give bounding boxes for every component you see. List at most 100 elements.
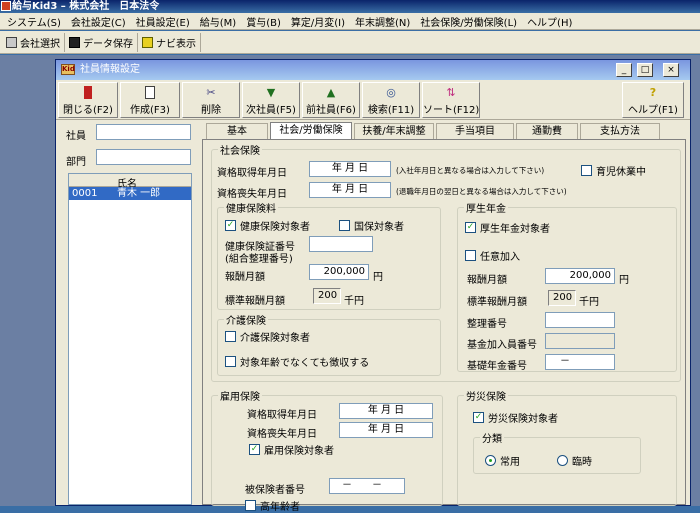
reference-number-label: 整理番号 [467, 319, 507, 330]
emp-loss-input[interactable]: 年 月 日 [339, 422, 433, 438]
employment-covered-checkbox[interactable]: ✓ 雇用保険対象者 [249, 442, 334, 457]
menu-calc[interactable]: 算定/月変(I) [286, 14, 350, 29]
health-card-input[interactable] [309, 236, 373, 252]
fund-number-input[interactable] [545, 333, 615, 349]
loss-date-input[interactable]: 年 月 日 [309, 182, 391, 198]
delete-icon: ✂ [206, 86, 216, 99]
health-std-unit: 千円 [344, 296, 364, 307]
exit-icon [84, 86, 92, 99]
insured-number-input[interactable]: － － [329, 478, 405, 494]
delete-button[interactable]: ✂ 削除 [182, 82, 240, 118]
close-window-button[interactable]: × [663, 63, 679, 77]
pension-pay-unit: 円 [619, 275, 629, 286]
temporary-radio[interactable]: 臨時 [557, 453, 592, 468]
care-collect-checkbox[interactable]: 対象年齢でなくても徴収する [225, 354, 369, 369]
childcare-checkbox[interactable]: 育児休業中 [581, 163, 646, 178]
save-data-button[interactable]: データ保存 [65, 32, 138, 52]
table-row[interactable]: 0001 青木 一郎 [69, 187, 191, 200]
loss-date-label: 資格喪失年月日 [217, 189, 287, 200]
checkbox-box [339, 220, 350, 231]
fund-number-label: 基金加入員番号 [467, 340, 537, 351]
minimize-button[interactable]: _ [616, 63, 632, 77]
menu-help[interactable]: ヘルプ(H) [522, 14, 577, 29]
floppy-icon [69, 36, 80, 48]
kid-logo-icon: Kid [61, 64, 75, 75]
care-covered-checkbox[interactable]: 介護保険対象者 [225, 329, 310, 344]
menu-insurance[interactable]: 社会保険/労働保険(L) [415, 14, 522, 29]
menu-salary[interactable]: 給与(M) [195, 14, 241, 29]
sort-icon: ⇅ [446, 86, 456, 99]
tab-dependents[interactable]: 扶養/年末調整 [354, 123, 434, 139]
next-employee-button[interactable]: ▼ 次社員(F5) [242, 82, 300, 118]
pension-std-unit: 千円 [579, 297, 599, 308]
select-company-button[interactable]: 会社選択 [2, 32, 65, 52]
checkbox-box: ✓ [473, 412, 484, 423]
pension-covered-checkbox[interactable]: ✓ 厚生年金対象者 [465, 220, 550, 235]
regular-radio[interactable]: 常用 [485, 453, 520, 468]
menu-bar: システム(S) 会社設定(C) 社員設定(E) 給与(M) 賞与(B) 算定/月… [0, 13, 700, 30]
radio-dot [485, 455, 496, 466]
show-navi-button[interactable]: ナビ表示 [138, 32, 201, 52]
basic-pension-input[interactable]: － [545, 354, 615, 370]
tab-allowances[interactable]: 手当項目 [436, 123, 514, 139]
health-pay-label: 報酬月額 [225, 272, 265, 283]
prev-employee-button[interactable]: ▲ 前社員(F6) [302, 82, 360, 118]
tab-panel: 社会保険 資格取得年月日 年 月 日 (入社年月日と異なる場合は入力して下さい)… [202, 139, 686, 513]
tab-basic[interactable]: 基本 [206, 123, 268, 139]
checkbox-box: ✓ [249, 444, 260, 455]
health-pay-unit: 円 [373, 272, 383, 283]
classification-legend: 分類 [482, 434, 502, 445]
basic-pension-label: 基礎年金番号 [467, 361, 527, 372]
app-title: 給与Kid3 – 株式会社 日本法令 [12, 1, 160, 12]
new-document-icon [145, 86, 155, 99]
pension-pay-input[interactable]: 200,000 [545, 268, 615, 284]
emp-loss-label: 資格喪失年月日 [247, 429, 317, 440]
main-toolbar: 会社選択 データ保存 ナビ表示 [0, 31, 700, 54]
close-button[interactable]: 閉じる(F2) [58, 82, 118, 118]
menu-bonus[interactable]: 賞与(B) [241, 14, 286, 29]
pension-std-label: 標準報酬月額 [467, 297, 527, 308]
loss-note: (退職年月日の翌日と異なる場合は入力して下さい) [396, 187, 567, 196]
workers-legend: 労災保険 [466, 392, 506, 403]
health-std-label: 標準報酬月額 [225, 296, 285, 307]
tab-social-insurance[interactable]: 社会/労働保険 [270, 122, 352, 140]
workers-covered-checkbox[interactable]: ✓ 労災保険対象者 [473, 410, 558, 425]
department-label: 部門 [66, 157, 86, 168]
navi-icon [142, 36, 153, 48]
menu-system[interactable]: システム(S) [2, 14, 66, 29]
checkbox-box: ✓ [225, 220, 236, 231]
acquire-date-label: 資格取得年月日 [217, 168, 287, 179]
window-title-bar: Kid 社員情報設定 _ □ × [56, 60, 690, 80]
checkbox-box: ✓ [465, 222, 476, 233]
health-std-value: 200 [313, 288, 341, 304]
department-input[interactable] [96, 149, 191, 165]
menu-company[interactable]: 会社設定(C) [66, 14, 131, 29]
employee-input[interactable] [96, 124, 191, 140]
employee-list[interactable]: 氏名 0001 青木 一郎 [68, 173, 192, 505]
employee-name: 青木 一郎 [117, 188, 161, 199]
emp-acquire-input[interactable]: 年 月 日 [339, 403, 433, 419]
building-icon [6, 36, 17, 48]
checkbox-box [225, 356, 236, 367]
tab-commute[interactable]: 通勤費 [516, 123, 578, 139]
employee-label: 社員 [66, 131, 86, 142]
national-health-checkbox[interactable]: 国保対象者 [339, 218, 404, 233]
health-pay-input[interactable]: 200,000 [309, 264, 369, 280]
menu-employee[interactable]: 社員設定(E) [131, 14, 195, 29]
maximize-button[interactable]: □ [637, 63, 653, 77]
tab-payment[interactable]: 支払方法 [580, 123, 660, 139]
window-title: 社員情報設定 [80, 64, 140, 75]
voluntary-checkbox[interactable]: 任意加入 [465, 248, 520, 263]
window-toolbar: 閉じる(F2) 作成(F3) ✂ 削除 ▼ 次社員(F5) ▲ 前社員(F6) … [56, 80, 690, 120]
app-icon [1, 1, 11, 11]
pension-pay-label: 報酬月額 [467, 275, 507, 286]
menu-year-end[interactable]: 年末調整(N) [350, 14, 415, 29]
help-button[interactable]: ? ヘルプ(F1) [622, 82, 684, 118]
app-title-bar: 給与Kid3 – 株式会社 日本法令 [0, 0, 700, 13]
reference-number-input[interactable] [545, 312, 615, 328]
sort-button[interactable]: ⇅ ソート(F12) [422, 82, 480, 118]
search-button[interactable]: ◎ 検索(F11) [362, 82, 420, 118]
acquire-date-input[interactable]: 年 月 日 [309, 161, 391, 177]
health-covered-checkbox[interactable]: ✓ 健康保険対象者 [225, 218, 310, 233]
create-button[interactable]: 作成(F3) [120, 82, 180, 118]
